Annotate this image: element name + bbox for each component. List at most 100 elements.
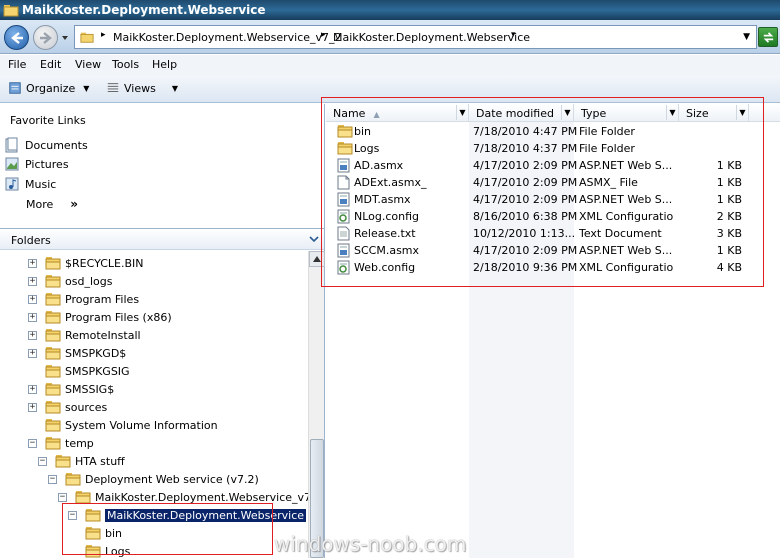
file-size: 1 KB: [716, 193, 742, 206]
column-header-type[interactable]: Type ▼: [574, 104, 679, 122]
scroll-up-button[interactable]: [309, 251, 325, 267]
file-row[interactable]: Release.txt 10/12/2010 1:13... Text Docume…: [326, 225, 780, 242]
folder-icon: [75, 491, 91, 504]
address-bar[interactable]: ▸ MaikKoster.Deployment.Webservice_v7_2 …: [74, 25, 757, 49]
file-row[interactable]: MDT.asmx 4/17/2010 2:09 PM ASP.NET Web S..…: [326, 191, 780, 208]
tree-node[interactable]: − MaikKoster.Deployment.Webservice_v7_2: [58, 488, 308, 506]
column-dropdown-icon[interactable]: ▼: [456, 105, 468, 120]
column-header-date[interactable]: Date modified ▼: [469, 104, 574, 122]
expand-icon[interactable]: +: [28, 312, 37, 322]
tree-node[interactable]: + $RECYCLE.BIN: [28, 254, 143, 272]
column-dropdown-icon[interactable]: ▼: [561, 105, 573, 120]
collapse-icon[interactable]: −: [38, 456, 47, 466]
documents-icon: [5, 137, 18, 153]
expand-icon[interactable]: +: [28, 402, 37, 412]
favorite-documents[interactable]: Documents: [4, 136, 88, 154]
collapse-icon[interactable]: −: [28, 438, 37, 448]
tree-node[interactable]: + RemoteInstall: [28, 326, 141, 344]
organize-button[interactable]: Organize ▼: [8, 81, 89, 95]
folder-icon: [45, 419, 61, 432]
file-date: 4/17/2010 2:09 PM: [473, 193, 578, 206]
breadcrumb-separator-icon[interactable]: ▸: [101, 30, 106, 40]
tree-node-label: Deployment Web service (v7.2): [85, 472, 259, 486]
favorite-music[interactable]: Music: [4, 175, 56, 193]
column-header-size[interactable]: Size ▼: [679, 104, 749, 122]
menu-file[interactable]: File: [8, 58, 26, 71]
folder-icon: [45, 257, 61, 270]
tree-node[interactable]: + Program Files (x86): [28, 308, 172, 326]
file-type: XML Configuratio...: [579, 261, 673, 274]
file-row[interactable]: bin 7/18/2010 4:47 PM File Folder: [326, 123, 780, 140]
file-date: 4/17/2010 2:09 PM: [473, 159, 578, 172]
column-header-name[interactable]: Name ▲ ▼: [326, 104, 469, 122]
collapse-icon[interactable]: −: [58, 492, 67, 502]
tree-node[interactable]: Logs: [68, 542, 130, 558]
file-row[interactable]: ADExt.asmx_ 4/17/2010 2:09 PM ASMX_ File 1 …: [326, 174, 780, 191]
column-dropdown-icon[interactable]: ▼: [666, 105, 678, 120]
favorite-pictures[interactable]: Pictures: [4, 155, 69, 173]
breadcrumb-separator-icon[interactable]: ▾: [511, 30, 516, 40]
file-row[interactable]: Logs 7/18/2010 4:37 PM File Folder: [326, 140, 780, 157]
navigation-pane: Favorite Links Documents Pictures Music …: [0, 104, 325, 558]
expand-icon[interactable]: +: [28, 384, 37, 394]
asmx-file-icon: [337, 158, 350, 173]
breadcrumb-item[interactable]: MaikKoster.Deployment.Webservice: [333, 31, 530, 44]
forward-button[interactable]: [33, 25, 58, 50]
file-row[interactable]: Web.config 2/18/2010 9:36 PM XML Configura…: [326, 259, 780, 276]
breadcrumb-separator-icon[interactable]: ▸: [321, 30, 326, 40]
tree-node[interactable]: − HTA stuff: [38, 452, 125, 470]
expand-icon[interactable]: +: [28, 348, 37, 358]
file-date: 4/17/2010 2:09 PM: [473, 176, 578, 189]
file-name: AD.asmx: [354, 159, 404, 172]
tree-node[interactable]: + SMSSIG$: [28, 380, 114, 398]
file-size: 3 KB: [716, 227, 742, 240]
tree-node[interactable]: bin: [68, 524, 122, 542]
tree-node[interactable]: + osd_logs: [28, 272, 112, 290]
file-date: 4/17/2010 2:09 PM: [473, 244, 578, 257]
expand-icon[interactable]: +: [28, 294, 37, 304]
breadcrumb-item[interactable]: MaikKoster.Deployment.Webservice_v7_2: [113, 31, 342, 44]
collapse-icon[interactable]: −: [68, 510, 77, 520]
tree-node[interactable]: SMSPKGSIG: [28, 362, 130, 380]
favorite-label: Pictures: [25, 157, 69, 171]
folders-header[interactable]: Folders: [0, 228, 324, 250]
tree-node-label: SMSPKGD$: [65, 346, 127, 360]
views-button[interactable]: Views ▼: [106, 81, 178, 95]
address-dropdown-icon[interactable]: ▼: [743, 32, 750, 42]
back-button[interactable]: [4, 25, 29, 50]
folders-title: Folders: [11, 234, 51, 247]
recent-pages-chevron-icon[interactable]: [61, 34, 69, 42]
tree-node-label: MaikKoster.Deployment.Webservice_v7_2: [95, 490, 308, 504]
file-row[interactable]: AD.asmx 4/17/2010 2:09 PM ASP.NET Web S...…: [326, 157, 780, 174]
refresh-button[interactable]: [758, 27, 778, 47]
file-size: 2 KB: [716, 210, 742, 223]
file-size: 1 KB: [716, 176, 742, 189]
menu-edit[interactable]: Edit: [40, 58, 61, 71]
expand-icon[interactable]: +: [28, 330, 37, 340]
file-type: ASP.NET Web S...: [579, 159, 673, 172]
tree-node-label: sources: [65, 400, 108, 414]
tree-node[interactable]: − MaikKoster.Deployment.Webservice: [68, 506, 308, 524]
tree-node[interactable]: − Deployment Web service (v7.2): [48, 470, 259, 488]
tree-node[interactable]: + SMSPKGD$: [28, 344, 126, 362]
menu-tools[interactable]: Tools: [112, 58, 139, 71]
music-icon: [5, 177, 19, 191]
expand-icon[interactable]: +: [28, 258, 37, 268]
tree-node[interactable]: System Volume Information: [28, 416, 218, 434]
collapse-icon[interactable]: −: [48, 474, 57, 484]
tree-scrollbar[interactable]: [308, 251, 325, 558]
tree-node[interactable]: + sources: [28, 398, 107, 416]
file-row[interactable]: SCCM.asmx 4/17/2010 2:09 PM ASP.NET Web S.…: [326, 242, 780, 259]
menu-view[interactable]: View: [75, 58, 101, 71]
expand-icon[interactable]: +: [28, 276, 37, 286]
file-type: ASMX_ File: [579, 176, 638, 189]
file-row[interactable]: NLog.config 8/16/2010 6:38 PM XML Configur…: [326, 208, 780, 225]
chevron-down-icon[interactable]: [308, 233, 320, 245]
menu-help[interactable]: Help: [152, 58, 177, 71]
tree-node[interactable]: + Program Files: [28, 290, 139, 308]
column-dropdown-icon[interactable]: ▼: [736, 105, 748, 120]
tree-node[interactable]: − temp: [28, 434, 94, 452]
favorite-more[interactable]: More »: [26, 195, 78, 213]
